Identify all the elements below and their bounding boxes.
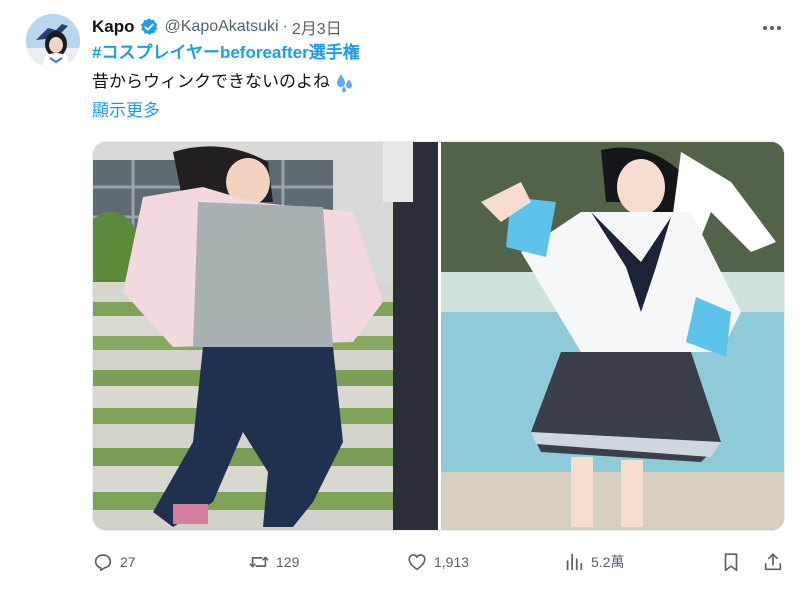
like-count: 1,913 — [434, 554, 470, 570]
separator-dot: · — [282, 18, 288, 35]
tweet-actions: 27 129 1,913 5.2萬 — [92, 548, 784, 576]
bookmark-icon — [724, 553, 738, 572]
author-handle[interactable]: @KapoAkatsuki — [165, 18, 279, 36]
sweat-droplets-icon — [333, 70, 357, 94]
share-icon — [764, 553, 782, 571]
views-count: 5.2萬 — [591, 554, 625, 570]
avatar-image — [26, 14, 80, 68]
tweet-header: Kapo @KapoAkatsuki · 2月3日 — [92, 15, 342, 39]
tweet-body-text: 昔からウィンクできないのよね — [92, 72, 330, 91]
views-bar-chart-icon — [566, 553, 583, 571]
share-button[interactable] — [762, 548, 784, 576]
reply-button[interactable]: 27 — [92, 548, 136, 576]
verified-badge-icon — [139, 17, 159, 37]
tweet-card[interactable]: Kapo @KapoAkatsuki · 2月3日 #コスプレイヤーbefore… — [0, 0, 800, 589]
author-name[interactable]: Kapo — [92, 17, 135, 37]
before-photo[interactable] — [93, 142, 438, 530]
media-grid — [92, 141, 785, 531]
like-button[interactable]: 1,913 — [406, 548, 469, 576]
after-cosplay-photo[interactable] — [441, 142, 784, 530]
show-more-link[interactable]: 顯示更多 — [92, 99, 160, 123]
tweet-body: 昔からウィンクできないのよね — [92, 70, 357, 94]
reply-icon — [94, 554, 112, 572]
views-button[interactable]: 5.2萬 — [563, 548, 624, 576]
bookmark-button[interactable] — [720, 548, 742, 576]
heart-icon — [408, 554, 426, 571]
retweet-button[interactable]: 129 — [248, 548, 299, 576]
avatar[interactable] — [26, 14, 80, 68]
hashtag-link[interactable]: #コスプレイヤーbeforeafter選手権 — [92, 41, 360, 65]
retweet-icon — [249, 556, 269, 568]
tweet-date[interactable]: 2月3日 — [292, 15, 342, 39]
reply-count: 27 — [120, 554, 136, 570]
retweet-count: 129 — [276, 554, 300, 570]
more-options-icon[interactable] — [760, 18, 784, 38]
